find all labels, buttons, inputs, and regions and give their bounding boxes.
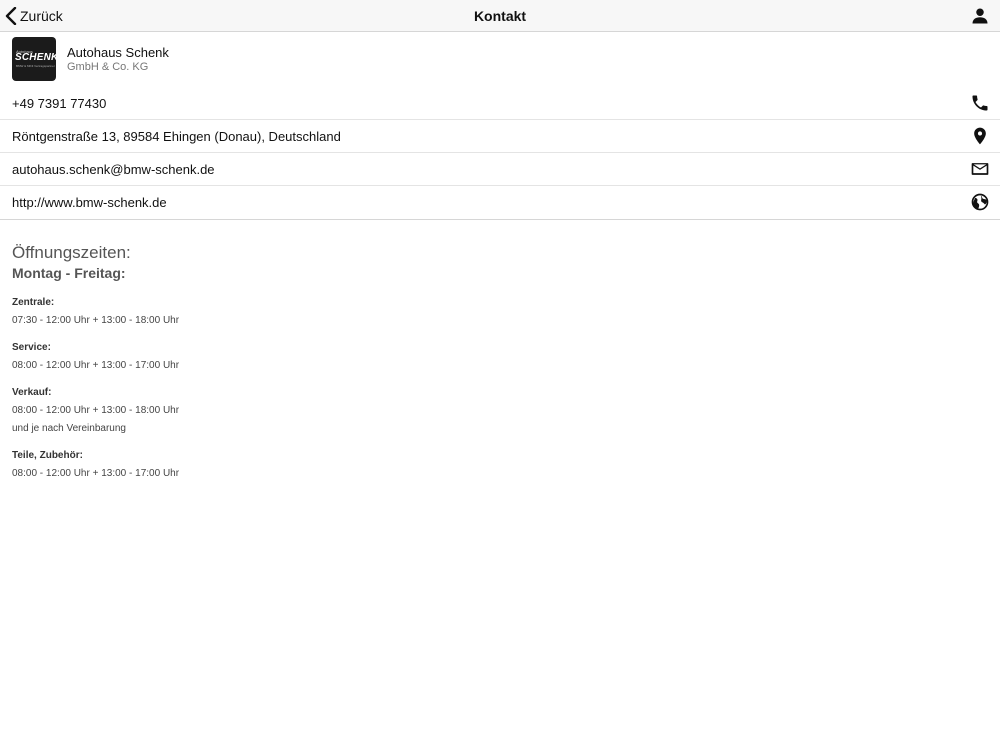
department-label: Verkauf: xyxy=(12,387,52,398)
page-title: Kontakt xyxy=(473,8,527,24)
mail-icon xyxy=(971,163,989,175)
back-button[interactable]: Zurück xyxy=(5,5,63,27)
department-note: und je nach Vereinbarung xyxy=(12,423,126,434)
contact-list: +49 7391 77430 Röntgenstraße 13, 89584 E… xyxy=(0,87,1000,220)
logo-sub-text: BMW & MINI Vertragspartner xyxy=(16,64,55,68)
logo-brand-text: SCHENK xyxy=(15,52,56,63)
contact-row-address[interactable]: Röntgenstraße 13, 89584 Ehingen (Donau),… xyxy=(0,120,1000,153)
phone-number: +49 7391 77430 xyxy=(12,96,107,111)
department-hours: 07:30 - 12:00 Uhr + 13:00 - 18:00 Uhr xyxy=(12,315,180,326)
company-subtitle: GmbH & Co. KG xyxy=(67,61,149,73)
department-hours: 08:00 - 12:00 Uhr + 13:00 - 17:00 Uhr xyxy=(12,360,180,371)
department-label: Service: xyxy=(12,342,51,353)
phone-icon xyxy=(972,95,988,111)
contact-row-email[interactable]: autohaus.schenk@bmw-schenk.de xyxy=(0,153,1000,186)
company-name: Autohaus Schenk xyxy=(67,45,169,60)
website-url: http://www.bmw-schenk.de xyxy=(12,195,167,210)
opening-hours-title: Öffnungszeiten: xyxy=(12,243,131,262)
navigation-bar: Zurück Kontakt xyxy=(0,0,1000,32)
contact-row-website[interactable]: http://www.bmw-schenk.de xyxy=(0,186,1000,219)
company-logo: Autohaus SCHENK BMW & MINI Vertragspartn… xyxy=(12,37,56,81)
back-button-label: Zurück xyxy=(20,8,63,24)
person-icon[interactable] xyxy=(970,6,990,26)
email-address: autohaus.schenk@bmw-schenk.de xyxy=(12,162,215,177)
company-header: Autohaus SCHENK BMW & MINI Vertragspartn… xyxy=(0,32,1000,87)
department-hours: 08:00 - 12:00 Uhr + 13:00 - 18:00 Uhr xyxy=(12,405,180,416)
department-label: Teile, Zubehör: xyxy=(12,450,83,461)
department-label: Zentrale: xyxy=(12,297,55,308)
globe-icon xyxy=(971,193,989,211)
chevron-left-icon xyxy=(5,7,17,25)
contact-row-phone[interactable]: +49 7391 77430 xyxy=(0,87,1000,120)
opening-hours-days: Montag - Freitag: xyxy=(12,265,126,281)
location-pin-icon xyxy=(974,127,986,145)
department-hours: 08:00 - 12:00 Uhr + 13:00 - 17:00 Uhr xyxy=(12,468,180,479)
opening-hours: Öffnungszeiten: Montag - Freitag: Zentra… xyxy=(0,243,1000,482)
address: Röntgenstraße 13, 89584 Ehingen (Donau),… xyxy=(12,129,341,144)
